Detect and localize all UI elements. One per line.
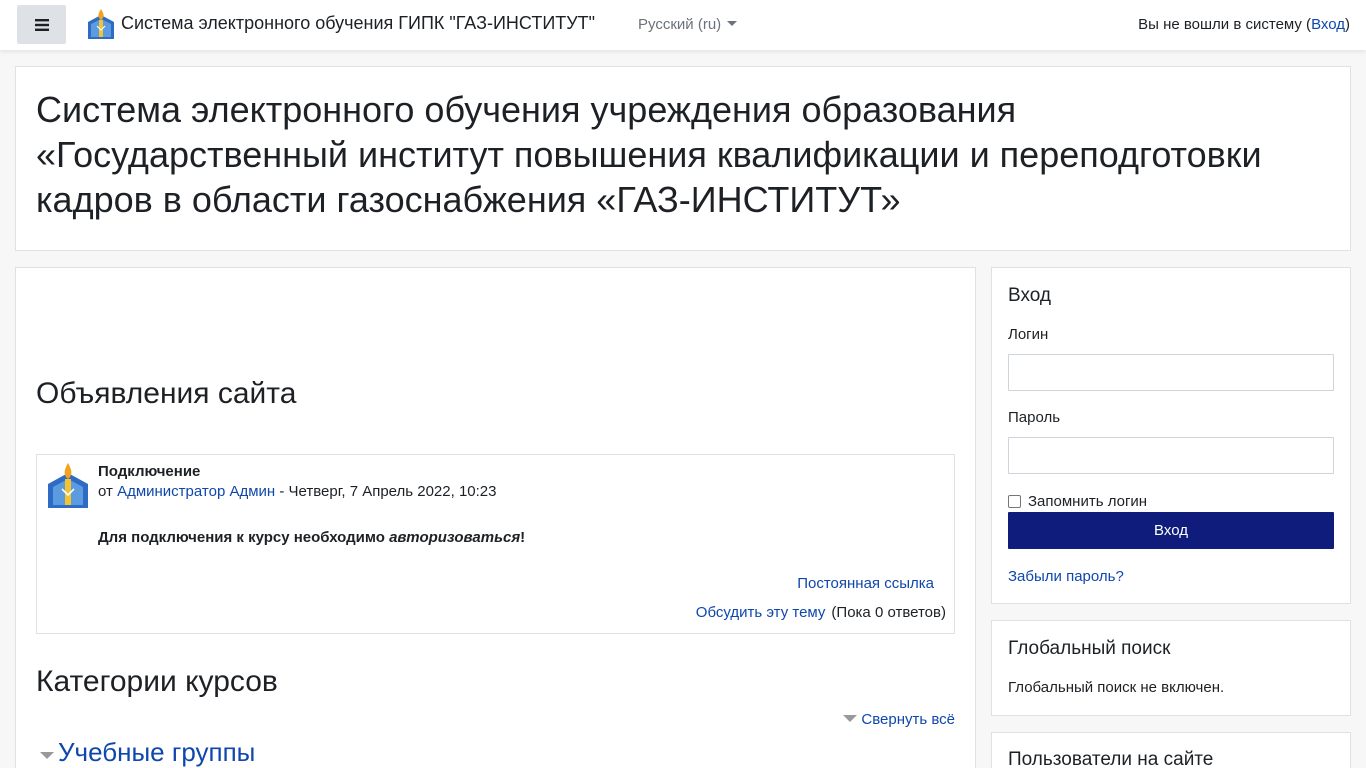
drawer-toggle-button[interactable]: [17, 5, 66, 44]
login-status: Вы не вошли в систему (Вход): [1138, 16, 1350, 33]
post-body-end: !: [520, 529, 526, 546]
collapse-triangle-icon: [40, 752, 54, 759]
remember-label: Запомнить логин: [1028, 493, 1148, 510]
password-input[interactable]: [1008, 437, 1334, 474]
forum-post: Подключение от Администратор Админ - Чет…: [36, 454, 955, 634]
login-block-title: Вход: [1008, 285, 1051, 306]
course-categories-title: Категории курсов: [36, 665, 278, 698]
language-label: Русский ‎(ru)‎: [638, 16, 722, 33]
login-status-suffix: ): [1345, 16, 1350, 33]
main-content: Объявления сайта Подключение от Админист…: [15, 267, 976, 768]
post-author-link[interactable]: Администратор Админ: [117, 483, 275, 500]
discuss-link[interactable]: Обсудить эту тему: [696, 604, 826, 621]
language-menu[interactable]: Русский ‎(ru)‎: [638, 16, 738, 33]
permalink-link[interactable]: Постоянная ссылка: [797, 575, 934, 592]
login-button[interactable]: Вход: [1008, 512, 1334, 549]
caret-down-icon: [727, 21, 738, 26]
login-link[interactable]: Вход: [1311, 16, 1345, 33]
collapse-triangle-icon: [843, 715, 858, 722]
site-logo[interactable]: [85, 8, 117, 42]
post-author-prefix: от: [98, 483, 118, 500]
reply-count: (Пока 0 ответов): [831, 604, 946, 621]
global-search-block: Глобальный поиск Глобальный поиск не вкл…: [991, 620, 1351, 716]
post-body: Для подключения к курсу необходимо автор…: [98, 529, 525, 546]
username-label: Логин: [1008, 326, 1049, 343]
post-byline: от Администратор Админ - Четверг, 7 Апре…: [98, 483, 497, 500]
collapse-all-label: Свернуть всё: [861, 711, 955, 728]
login-status-prefix: Вы не вошли в систему (: [1138, 16, 1312, 33]
site-news-title: Объявления сайта: [36, 377, 297, 410]
post-date: - Четверг, 7 Апрель 2022, 10:23: [275, 483, 497, 500]
global-search-text: Глобальный поиск не включен.: [1008, 679, 1225, 696]
remember-login[interactable]: Запомнить логин: [1008, 493, 1147, 510]
menu-icon: [34, 18, 49, 31]
site-name[interactable]: Система электронного обучения ГИПК "ГАЗ-…: [121, 13, 595, 34]
global-search-title: Глобальный поиск: [1008, 638, 1171, 659]
password-label: Пароль: [1008, 409, 1061, 426]
page-title: Система электронного обучения учреждения…: [36, 89, 1262, 220]
top-navbar: Система электронного обучения ГИПК "ГАЗ-…: [0, 0, 1366, 50]
author-avatar: [48, 463, 88, 508]
post-discuss: Обсудить эту тему (Пока 0 ответов): [696, 604, 946, 621]
username-input[interactable]: [1008, 354, 1334, 391]
online-users-title: Пользователи на сайте: [1008, 749, 1214, 768]
post-body-emphasis: авторизоваться: [389, 529, 521, 546]
post-subject: Подключение: [98, 463, 201, 480]
collapse-all-link[interactable]: Свернуть всё: [843, 711, 955, 728]
category-link[interactable]: Учебные группы: [40, 737, 255, 768]
category-label: Учебные группы: [58, 737, 256, 767]
online-users-block: Пользователи на сайте: [991, 732, 1351, 768]
forgot-password-link[interactable]: Забыли пароль?: [1008, 568, 1124, 585]
post-body-text: Для подключения к курсу необходимо: [98, 529, 390, 546]
login-block: Вход Логин Пароль Запомнить логин Вход З…: [991, 267, 1351, 604]
page-header: Система электронного обучения учреждения…: [15, 66, 1351, 251]
remember-checkbox[interactable]: [1008, 495, 1021, 508]
